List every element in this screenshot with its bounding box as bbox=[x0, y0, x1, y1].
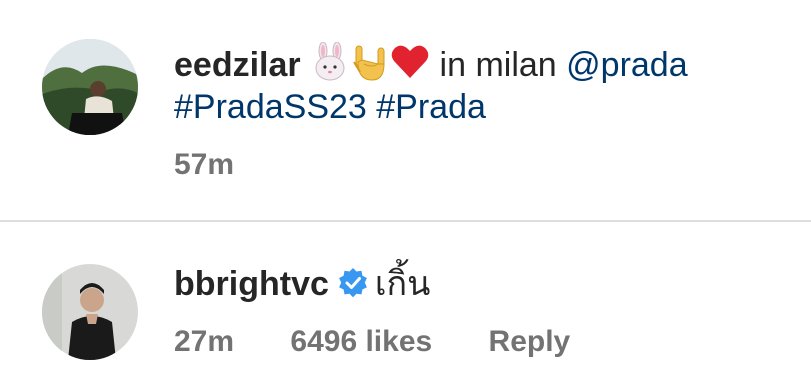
rabbit-face-emoji bbox=[310, 41, 350, 91]
reply-comment: bbrightvc เกิ้น 27m 6496 likes Reply bbox=[0, 222, 811, 386]
reply-text: เกิ้น bbox=[374, 265, 431, 303]
red-heart-emoji bbox=[390, 42, 430, 91]
timestamp: 57m bbox=[174, 148, 235, 181]
caption-meta: 57m bbox=[174, 148, 282, 182]
avatar-eedzilar[interactable] bbox=[42, 39, 138, 135]
hashtag-link[interactable]: #PradaSS23 bbox=[174, 88, 367, 126]
caption-comment: eedzilar in milan @prada #PradaSS23 #Pra… bbox=[0, 0, 811, 220]
username[interactable]: eedzilar bbox=[174, 46, 301, 84]
username[interactable]: bbrightvc bbox=[174, 265, 329, 303]
hashtag-link[interactable]: #Prada bbox=[376, 88, 486, 126]
caption-line-2: #PradaSS23 #Prada bbox=[174, 87, 486, 127]
reply-meta: 27m 6496 likes Reply bbox=[174, 325, 618, 359]
verified-badge-icon bbox=[337, 267, 369, 308]
avatar-bbrightvc[interactable] bbox=[42, 264, 138, 360]
love-you-gesture-emoji bbox=[350, 42, 390, 91]
caption-line-1: eedzilar in milan @prada bbox=[174, 41, 688, 91]
timestamp: 27m bbox=[174, 325, 235, 358]
reply-button[interactable]: Reply bbox=[489, 325, 571, 358]
caption-text: in milan bbox=[439, 46, 557, 84]
mention-link[interactable]: @prada bbox=[566, 46, 687, 84]
reply-line: bbrightvc เกิ้น bbox=[174, 264, 430, 308]
likes-count[interactable]: 6496 likes bbox=[290, 325, 432, 358]
